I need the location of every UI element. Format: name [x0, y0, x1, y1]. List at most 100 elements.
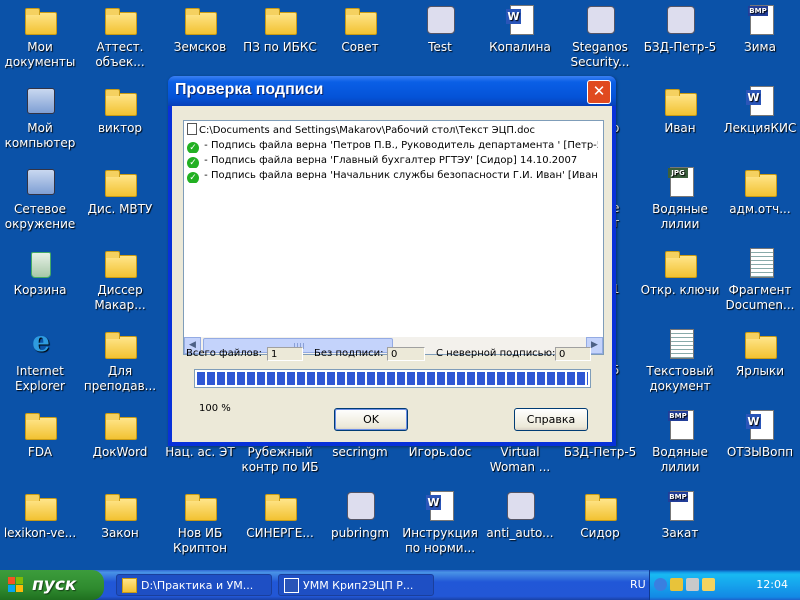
network-icon — [23, 165, 57, 197]
clock: 12:04 — [756, 578, 788, 591]
desktop-icon[interactable]: БЗД-Петр-5 — [640, 0, 720, 55]
desktop-icon-label: Virtual Woman ... — [489, 445, 551, 474]
desktop-icon-label: Текстовый документ — [646, 364, 714, 393]
check-icon: ✓ — [187, 172, 199, 183]
desktop-icon[interactable]: Мои документы — [0, 0, 80, 70]
desktop-icon[interactable]: ЛекцияКИС — [720, 81, 800, 136]
folder-icon — [343, 3, 377, 35]
dialog-title: Проверка подписи — [175, 81, 324, 98]
desktop-icon[interactable]: ОТЗЫВопп — [720, 405, 800, 460]
desktop-icon-label: Internet Explorer — [15, 364, 65, 393]
desktop-icon-label: Закат — [661, 526, 699, 540]
desktop-icon-label: Игорь.doc — [408, 445, 472, 459]
desktop-icon[interactable]: Инструкция по норми... — [400, 486, 480, 556]
chevron-left-icon[interactable] — [654, 578, 667, 591]
folder-icon — [23, 489, 57, 521]
desktop-icon-label: Аттест. объек... — [95, 40, 145, 69]
desktop-icon[interactable]: pubringm — [320, 486, 400, 541]
close-button[interactable]: ✕ — [587, 80, 611, 104]
desktop-icon-label: адм.отч... — [729, 202, 791, 216]
desktop-icon[interactable]: Закат — [640, 486, 720, 541]
invalid-signature-label: С неверной подписью: — [436, 348, 556, 359]
folder-icon — [122, 578, 137, 593]
desktop-icon[interactable]: СИНЕРГЕ... — [240, 486, 320, 541]
desktop-icon[interactable]: Текстовый документ — [640, 324, 720, 394]
list-item[interactable]: ✓ - Подпись файла верна 'Начальник служб… — [187, 168, 598, 183]
desktop-icon[interactable]: FDA — [0, 405, 80, 460]
desktop-icon[interactable]: Корзина — [0, 243, 80, 298]
desktop-icon[interactable]: Steganos Security... — [560, 0, 640, 70]
total-files-label: Всего файлов: — [186, 348, 263, 359]
desktop-icon[interactable]: Водяные лилии — [640, 405, 720, 475]
desktop-icon[interactable]: Ярлыки — [720, 324, 800, 379]
desktop-icon-label: ЛекцияКИС — [723, 121, 797, 135]
ok-button[interactable]: OK — [334, 408, 408, 431]
desktop-icon[interactable]: адм.отч... — [720, 162, 800, 217]
results-list[interactable]: C:\Documents and Settings\Makarov\Рабочи… — [183, 120, 604, 355]
desktop-icon-label: Иван — [664, 121, 696, 135]
desktop-icon[interactable]: Иван — [640, 81, 720, 136]
desktop-icon[interactable]: Водяные лилии — [640, 162, 720, 232]
desktop-icon[interactable]: Зима — [720, 0, 800, 55]
desktop-icon[interactable]: Для преподав... — [80, 324, 160, 394]
taskbar-item-explorer[interactable]: D:\Практика и УМ... — [116, 574, 272, 596]
folder-icon — [183, 3, 217, 35]
internet-explorer-icon — [23, 327, 57, 359]
desktop-icon[interactable]: Откр. ключи — [640, 243, 720, 298]
desktop-icon-label: Фрагмент Documen... — [725, 283, 795, 312]
network-icon[interactable] — [686, 578, 699, 591]
desktop-icon-label: anti_auto... — [486, 526, 554, 540]
desktop-icon[interactable]: Internet Explorer — [0, 324, 80, 394]
desktop-icon[interactable]: ПЗ по ИБКС — [240, 0, 320, 55]
folder-icon — [583, 489, 617, 521]
taskbar-item-label: УММ Крип2ЭЦП Р... — [303, 579, 414, 592]
desktop-icon[interactable]: ДокWord — [80, 405, 160, 460]
desktop-icon[interactable]: Дис. МВТУ — [80, 162, 160, 217]
folder-icon — [183, 489, 217, 521]
desktop-icon[interactable]: Диссер Макар... — [80, 243, 160, 313]
desktop-icon[interactable]: Сетевое окружение — [0, 162, 80, 232]
taskbar-item-word[interactable]: УММ Крип2ЭЦП Р... — [278, 574, 434, 596]
desktop-icon-label: Нац. ас. ЭТ — [165, 445, 235, 459]
language-indicator[interactable]: RU — [630, 578, 646, 591]
mail-icon[interactable] — [702, 578, 715, 591]
list-item[interactable]: C:\Documents and Settings\Makarov\Рабочи… — [187, 123, 598, 138]
desktop-icon-label: Для преподав... — [83, 364, 157, 393]
archive-icon — [663, 3, 697, 35]
start-button[interactable]: пуск — [0, 570, 104, 600]
desktop-icon[interactable]: Копалина — [480, 0, 560, 55]
folder-icon — [103, 165, 137, 197]
desktop-icon[interactable]: Земсков — [160, 0, 240, 55]
lock-icon[interactable] — [670, 578, 683, 591]
desktop-icon[interactable]: Сидор — [560, 486, 640, 541]
desktop-icon-label: БЗД-Петр-5 — [563, 445, 637, 459]
folder-icon — [743, 165, 777, 197]
desktop-icon[interactable]: Аттест. объек... — [80, 0, 160, 70]
desktop-icon[interactable]: Test — [400, 0, 480, 55]
list-item[interactable]: ✓ - Подпись файла верна 'Главный бухгалт… — [187, 153, 598, 168]
desktop-icon-label: Земсков — [173, 40, 227, 54]
invalid-signature-value: 0 — [555, 347, 591, 361]
help-button[interactable]: Справка — [514, 408, 588, 431]
word-doc-icon — [284, 578, 299, 593]
desktop-icon[interactable]: lexikon-ve... — [0, 486, 80, 541]
desktop-icon[interactable]: Нов ИБ Криптон — [160, 486, 240, 556]
desktop-icon-label: ПЗ по ИБКС — [243, 40, 317, 54]
desktop-icon[interactable]: Мой компьютер — [0, 81, 80, 151]
taskbar-item-label: D:\Практика и УМ... — [141, 579, 254, 592]
desktop-icon[interactable]: Совет — [320, 0, 400, 55]
desktop-icon-label: Test — [428, 40, 452, 54]
desktop-icon[interactable]: Закон — [80, 486, 160, 541]
folder-icon — [103, 489, 137, 521]
signature-check-dialog: Проверка подписи ✕ C:\Documents and Sett… — [168, 76, 616, 446]
app-icon — [583, 3, 617, 35]
progress-percent: 100 % — [199, 403, 231, 414]
desktop-icon[interactable]: Фрагмент Documen... — [720, 243, 800, 313]
desktop-icon-label: Закон — [101, 526, 139, 540]
list-item[interactable]: ✓ - Подпись файла верна 'Петров П.В., Ру… — [187, 138, 598, 153]
desktop-icon-label: Водяные лилии — [652, 202, 708, 231]
desktop-icon[interactable]: anti_auto... — [480, 486, 560, 541]
desktop-icon-label: Мой компьютер — [4, 121, 76, 150]
desktop-icon[interactable]: виктор — [80, 81, 160, 136]
dialog-titlebar[interactable]: Проверка подписи ✕ — [168, 76, 616, 106]
